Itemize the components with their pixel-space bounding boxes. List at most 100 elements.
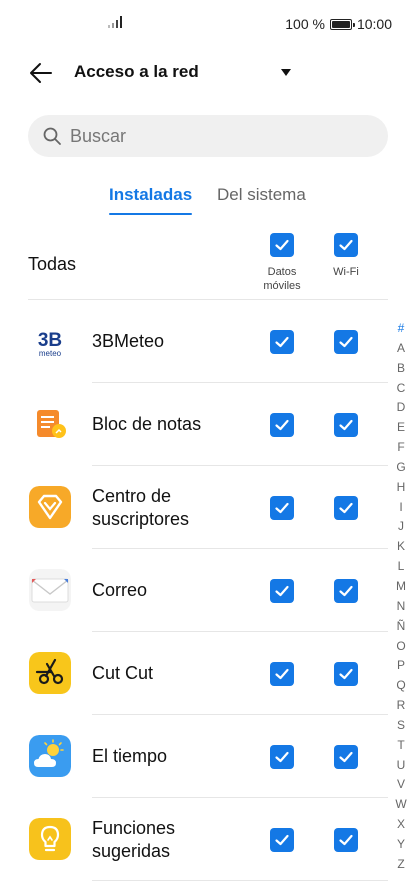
index-letter[interactable]: P bbox=[392, 656, 410, 676]
check-icon bbox=[339, 585, 353, 597]
search-icon bbox=[43, 127, 61, 145]
scissors-icon bbox=[29, 652, 71, 694]
back-arrow-icon[interactable] bbox=[28, 60, 54, 86]
index-letter[interactable]: F bbox=[392, 438, 410, 458]
check-icon bbox=[275, 834, 289, 846]
check-icon bbox=[275, 336, 289, 348]
wifi-checkbox[interactable] bbox=[334, 828, 358, 852]
index-letter[interactable]: Ñ bbox=[392, 617, 410, 637]
wifi-checkbox[interactable] bbox=[334, 579, 358, 603]
battery-percent: 100 % bbox=[285, 16, 325, 32]
select-all-wifi-checkbox[interactable] bbox=[334, 233, 358, 257]
index-letter[interactable]: N bbox=[392, 597, 410, 617]
select-all-datos-checkbox[interactable] bbox=[270, 233, 294, 257]
index-letter[interactable]: D bbox=[392, 398, 410, 418]
list-item: Bloc de notas bbox=[0, 383, 416, 466]
tab-instaladas[interactable]: Instaladas bbox=[109, 185, 193, 215]
index-letter[interactable]: M bbox=[392, 577, 410, 597]
app-name: Correo bbox=[92, 580, 148, 600]
check-icon bbox=[275, 419, 289, 431]
mail-icon bbox=[29, 569, 71, 611]
index-letter[interactable]: W bbox=[392, 795, 410, 815]
index-letter[interactable]: R bbox=[392, 696, 410, 716]
divider bbox=[92, 880, 388, 881]
wifi-checkbox[interactable] bbox=[334, 330, 358, 354]
tab-bar: Instaladas Del sistema bbox=[0, 185, 416, 219]
tab-instaladas-label: Instaladas bbox=[109, 185, 193, 204]
list-item: 3B meteo 3BMeteo bbox=[0, 300, 416, 383]
index-letter[interactable]: I bbox=[392, 498, 410, 518]
dropdown-triangle-icon[interactable] bbox=[280, 66, 292, 78]
index-letter[interactable]: X bbox=[392, 815, 410, 835]
column-label-wifi: Wi-Fi bbox=[333, 266, 359, 278]
signal-icon bbox=[108, 16, 122, 28]
tab-del-sistema[interactable]: Del sistema bbox=[217, 185, 306, 205]
svg-text:meteo: meteo bbox=[39, 349, 62, 358]
index-letter[interactable]: T bbox=[392, 736, 410, 756]
check-icon bbox=[275, 585, 289, 597]
list-item: Correo bbox=[0, 549, 416, 632]
index-letter[interactable]: L bbox=[392, 557, 410, 577]
wifi-checkbox[interactable] bbox=[334, 413, 358, 437]
index-letter[interactable]: B bbox=[392, 359, 410, 379]
svg-text:3B: 3B bbox=[38, 330, 62, 351]
select-all-label: Todas bbox=[28, 254, 77, 274]
index-letter[interactable]: U bbox=[392, 756, 410, 776]
check-icon bbox=[275, 502, 289, 514]
index-letter[interactable]: J bbox=[392, 517, 410, 537]
status-bar: 100 % 10:00 bbox=[0, 0, 416, 46]
check-icon bbox=[275, 668, 289, 680]
datos-checkbox[interactable] bbox=[270, 496, 294, 520]
index-letter[interactable]: O bbox=[392, 637, 410, 657]
datos-checkbox[interactable] bbox=[270, 745, 294, 769]
wifi-checkbox[interactable] bbox=[334, 496, 358, 520]
app-name: Centro de suscriptores bbox=[92, 486, 190, 529]
app-name: 3BMeteo bbox=[92, 331, 165, 351]
alphabet-index: # A B C D E F G H I J K L M N Ñ O P Q R S T U V W X Y Z bbox=[392, 319, 410, 875]
wifi-checkbox[interactable] bbox=[334, 745, 358, 769]
app-name: El tiempo bbox=[92, 746, 168, 766]
app-name: Bloc de notas bbox=[92, 414, 202, 434]
column-label-datos: Datos móviles bbox=[263, 266, 301, 292]
weather-icon bbox=[29, 735, 71, 777]
index-letter[interactable]: Q bbox=[392, 676, 410, 696]
datos-checkbox[interactable] bbox=[270, 413, 294, 437]
check-icon bbox=[339, 668, 353, 680]
check-icon bbox=[339, 239, 353, 251]
datos-checkbox[interactable] bbox=[270, 662, 294, 686]
index-letter[interactable]: S bbox=[392, 716, 410, 736]
check-icon bbox=[339, 419, 353, 431]
datos-checkbox[interactable] bbox=[270, 828, 294, 852]
check-icon bbox=[339, 751, 353, 763]
app-header: Acceso a la red bbox=[0, 50, 416, 96]
index-letter[interactable]: K bbox=[392, 537, 410, 557]
check-icon bbox=[339, 502, 353, 514]
index-letter[interactable]: G bbox=[392, 458, 410, 478]
index-letter[interactable]: C bbox=[392, 379, 410, 399]
active-tab-indicator bbox=[109, 213, 193, 215]
wifi-checkbox[interactable] bbox=[334, 662, 358, 686]
index-letter[interactable]: A bbox=[392, 339, 410, 359]
check-icon bbox=[275, 751, 289, 763]
index-letter[interactable]: # bbox=[392, 319, 410, 339]
index-letter[interactable]: H bbox=[392, 478, 410, 498]
list-item: Centro de suscriptores bbox=[0, 466, 416, 549]
datos-checkbox[interactable] bbox=[270, 330, 294, 354]
select-all-row: Todas Datos móviles Wi-Fi bbox=[0, 228, 416, 300]
tab-del-sistema-label: Del sistema bbox=[217, 185, 306, 204]
lightbulb-icon bbox=[29, 818, 71, 860]
index-letter[interactable]: Z bbox=[392, 855, 410, 875]
datos-checkbox[interactable] bbox=[270, 579, 294, 603]
battery-icon bbox=[329, 18, 355, 30]
app-name: Funciones sugeridas bbox=[92, 818, 176, 861]
check-icon bbox=[339, 336, 353, 348]
list-item: El tiempo bbox=[0, 715, 416, 798]
index-letter[interactable]: Y bbox=[392, 835, 410, 855]
search-input[interactable] bbox=[70, 125, 350, 147]
index-letter[interactable]: E bbox=[392, 418, 410, 438]
list-item: Cut Cut bbox=[0, 632, 416, 715]
index-letter[interactable]: V bbox=[392, 775, 410, 795]
app-name: Cut Cut bbox=[92, 663, 154, 683]
notepad-icon bbox=[29, 403, 71, 445]
search-bar[interactable] bbox=[28, 115, 388, 157]
